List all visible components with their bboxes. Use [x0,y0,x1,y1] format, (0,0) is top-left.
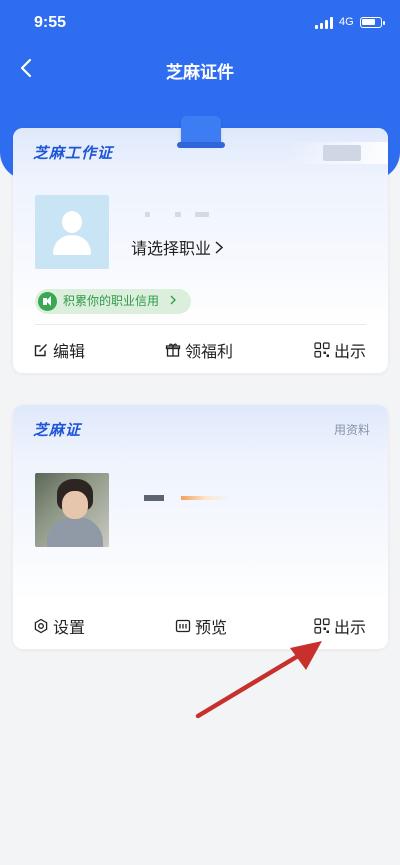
edit-button[interactable]: 编辑 [33,338,85,362]
preview-icon [175,619,191,633]
settings-icon [34,618,48,634]
edit-label: 编辑 [53,342,86,361]
work-card-title: 芝麻工作证 [33,144,114,162]
battery-icon [360,17,385,28]
preview-button[interactable]: 预览 [175,614,227,638]
signal-icon [315,17,335,29]
choose-job-label: 请选择职业 [131,239,212,258]
redacted-text [323,145,361,161]
zhima-card-header: 芝麻证 用资料 [13,405,388,455]
get-benefits-button[interactable]: 领福利 [165,338,233,362]
credit-pill-label: 积累你的职业信用 [63,294,160,308]
nav-bar: 芝麻证件 [0,50,400,86]
choose-job-button[interactable]: 请选择职业 [131,235,224,259]
settings-button[interactable]: 设置 [33,614,85,638]
status-time: 9:55 [34,14,67,31]
card-clip-icon [177,116,225,148]
show-label: 出示 [334,342,367,361]
redacted-info [181,496,231,500]
benefits-label: 领福利 [185,342,234,361]
network-type: 4G [339,16,354,28]
edit-icon [34,344,47,357]
redacted-name [144,495,164,501]
settings-label: 设置 [53,618,86,637]
header-link[interactable]: 用资料 [334,421,370,438]
chevron-right-icon [170,295,176,305]
redacted-name [145,212,209,218]
avatar-placeholder-icon[interactable] [35,195,109,269]
preview-label: 预览 [195,618,228,637]
work-id-card: 芝麻工作证 请选择职业 积累你的职业信用 编辑 领福利 出示 [13,128,388,373]
show-label: 出示 [334,618,367,637]
gift-icon [165,343,181,357]
chevron-right-icon [215,241,224,254]
speaker-icon [38,292,57,311]
work-card-actions: 编辑 领福利 出示 [13,325,388,373]
show-button[interactable]: 出示 [314,338,366,362]
work-card-body: 请选择职业 积累你的职业信用 [13,178,388,325]
page-title: 芝麻证件 [166,63,234,83]
red-arrow-icon [195,641,322,719]
qr-code-icon [314,618,330,634]
status-bar: 9:55 4G [0,0,400,44]
zhima-card-body [13,455,388,602]
profile-photo[interactable] [35,473,109,547]
show-button[interactable]: 出示 [314,614,366,638]
zhima-card-title: 芝麻证 [33,421,82,439]
zhima-id-card: 芝麻证 用资料 设置 预览 出示 [13,405,388,649]
accumulate-credit-button[interactable]: 积累你的职业信用 [35,289,191,314]
qr-code-icon [314,342,330,358]
